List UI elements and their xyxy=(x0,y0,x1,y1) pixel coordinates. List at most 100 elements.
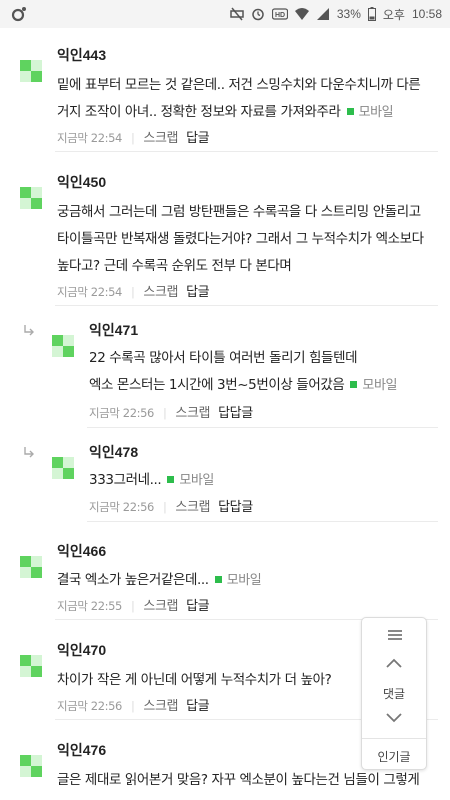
comment-text: 궁금해서 그러는데 그럼 방탄팬들은 수록곡을 다 스트리밍 안돌리고 xyxy=(57,200,421,220)
comment-text: 결국 엑소가 높은거같은데... 모바일 xyxy=(57,568,262,588)
meta-separator: | xyxy=(130,131,135,145)
scroll-comments-button[interactable]: 댓글 xyxy=(362,685,426,702)
comment-text: 거지 조작이 아녀.. 정확한 정보와 자료를 가져와주라 모바일 xyxy=(57,100,394,120)
comment-text: 글은 제대로 읽어본거 맞음? 자꾸 엑소분이 높다는건 님들이 그렇게 xyxy=(57,768,420,788)
avatar-cell xyxy=(31,755,42,766)
wifi-icon xyxy=(294,8,309,20)
comment-text: 차이가 작은 게 아닌데 어떻게 누적수치가 더 높아? xyxy=(57,668,332,688)
floating-nav: 댓글 인기글 xyxy=(361,617,427,770)
avatar-cell xyxy=(31,187,42,198)
avatar-cell xyxy=(20,755,31,766)
comment-timestamp: 지금막 22:54 xyxy=(57,285,122,299)
comment-meta: 지금막 22:56 | 스크랩 답답글 xyxy=(89,402,253,421)
meta-separator: | xyxy=(130,599,135,613)
avatar-cell xyxy=(52,335,63,346)
clock-ampm: 오후 xyxy=(382,7,405,22)
avatar-cell xyxy=(63,457,74,468)
reply-button[interactable]: 답글 xyxy=(186,285,210,300)
meta-separator: | xyxy=(162,500,167,514)
mute-icon xyxy=(230,7,244,21)
chevron-down-icon[interactable] xyxy=(386,713,402,723)
comment-text: 엑소 몬스터는 1시간에 3번~5번이상 들어갔음 모바일 xyxy=(89,373,397,393)
meta-separator: | xyxy=(162,406,167,420)
comment-author[interactable]: 익인466 xyxy=(57,541,106,561)
comment-text: 22 수록곡 많아서 타이틀 여러번 돌리기 힘들텐데 xyxy=(89,346,358,366)
comment-author[interactable]: 익인443 xyxy=(57,45,106,65)
comment-timestamp: 지금막 22:56 xyxy=(89,500,154,514)
scrap-button[interactable]: 스크랩 xyxy=(175,406,210,421)
avatar-cell xyxy=(52,468,63,479)
meta-separator: | xyxy=(130,699,135,713)
comment-text: 타이틀곡만 반복재생 돌렸다는거야? 그래서 그 누적수치가 엑소보다 xyxy=(57,227,424,247)
comment-meta: 지금막 22:54 | 스크랩 답글 xyxy=(57,127,210,146)
alarm-icon xyxy=(252,8,264,21)
avatar-cell xyxy=(20,60,31,71)
avatar xyxy=(20,187,42,209)
avatar-cell xyxy=(31,60,42,71)
scrap-button[interactable]: 스크랩 xyxy=(143,699,178,714)
avatar-cell xyxy=(20,556,31,567)
svg-text:HD: HD xyxy=(275,12,285,19)
avatar-cell xyxy=(31,556,42,567)
comment-divider xyxy=(87,521,438,522)
comment-text-line: 엑소 몬스터는 1시간에 3번~5번이상 들어갔음 xyxy=(89,377,345,393)
avatar xyxy=(20,556,42,578)
comment-timestamp: 지금막 22:54 xyxy=(57,131,122,145)
comment-text-line: 밑에 표부터 모르는 것 같은데.. 저건 스밍수치와 다운수치니까 다른 xyxy=(57,77,421,93)
scrap-button[interactable]: 스크랩 xyxy=(143,285,178,300)
avatar xyxy=(52,457,74,479)
comment-text: 333그러네... 모바일 xyxy=(89,468,214,488)
reply-button[interactable]: 답글 xyxy=(186,599,210,614)
avatar-cell xyxy=(52,346,63,357)
reply-button[interactable]: 답답글 xyxy=(218,500,253,515)
comment-text-line: 거지 조작이 아녀.. 정확한 정보와 자료를 가져와주라 xyxy=(57,104,341,120)
avatar-cell xyxy=(20,655,31,666)
menu-icon[interactable] xyxy=(388,630,402,642)
comment-divider xyxy=(55,151,438,152)
scrap-button[interactable]: 스크랩 xyxy=(143,131,178,146)
comment-author[interactable]: 익인470 xyxy=(57,640,106,660)
reply-arrow-icon xyxy=(24,447,34,458)
mobile-indicator-icon xyxy=(214,576,222,583)
battery-icon xyxy=(367,7,376,21)
comment-author[interactable]: 익인478 xyxy=(89,442,138,462)
comment-author[interactable]: 익인471 xyxy=(89,320,138,340)
clock-time: 10:58 xyxy=(411,7,442,21)
hd-icon: HD xyxy=(271,8,288,20)
popular-posts-button[interactable]: 인기글 xyxy=(362,748,426,765)
mobile-badge: 모바일 xyxy=(358,105,394,120)
avatar xyxy=(20,755,42,777)
avatar-cell xyxy=(31,766,42,777)
scrap-button[interactable]: 스크랩 xyxy=(143,599,178,614)
avatar-cell xyxy=(31,567,42,578)
comment-text: 밑에 표부터 모르는 것 같은데.. 저건 스밍수치와 다운수치니까 다른 xyxy=(57,73,421,93)
avatar-cell xyxy=(63,346,74,357)
comment-text-line: 결국 엑소가 높은거같은데... xyxy=(57,572,209,588)
divider xyxy=(362,738,426,739)
mobile-badge: 모바일 xyxy=(179,473,214,488)
mobile-indicator-icon xyxy=(350,381,358,388)
scrap-button[interactable]: 스크랩 xyxy=(175,500,210,515)
comment-text-line: 타이틀곡만 반복재생 돌렸다는거야? 그래서 그 누적수치가 엑소보다 xyxy=(57,231,424,247)
comment-author[interactable]: 익인450 xyxy=(57,172,106,192)
comment-meta: 지금막 22:56 | 스크랩 답답글 xyxy=(89,496,253,515)
avatar-cell xyxy=(20,198,31,209)
avatar-cell xyxy=(20,71,31,82)
comment-author[interactable]: 익인476 xyxy=(57,740,106,760)
avatar-cell xyxy=(52,457,63,468)
comment-timestamp: 지금막 22:55 xyxy=(57,599,122,613)
meta-separator: | xyxy=(130,285,135,299)
chevron-up-icon[interactable] xyxy=(386,658,402,668)
comment-text-line: 궁금해서 그러는데 그럼 방탄팬들은 수록곡을 다 스트리밍 안돌리고 xyxy=(57,204,421,220)
comment-meta: 지금막 22:54 | 스크랩 답글 xyxy=(57,281,210,300)
reply-button[interactable]: 답글 xyxy=(186,131,210,146)
reply-button[interactable]: 답답글 xyxy=(218,406,253,421)
comment-meta: 지금막 22:55 | 스크랩 답글 xyxy=(57,595,210,614)
reply-button[interactable]: 답글 xyxy=(186,699,210,714)
signal-icon xyxy=(316,8,329,20)
avatar-cell xyxy=(20,766,31,777)
avatar xyxy=(52,335,74,357)
mobile-indicator-icon xyxy=(167,476,175,483)
app-notification-icon xyxy=(11,7,26,22)
avatar-cell xyxy=(31,655,42,666)
